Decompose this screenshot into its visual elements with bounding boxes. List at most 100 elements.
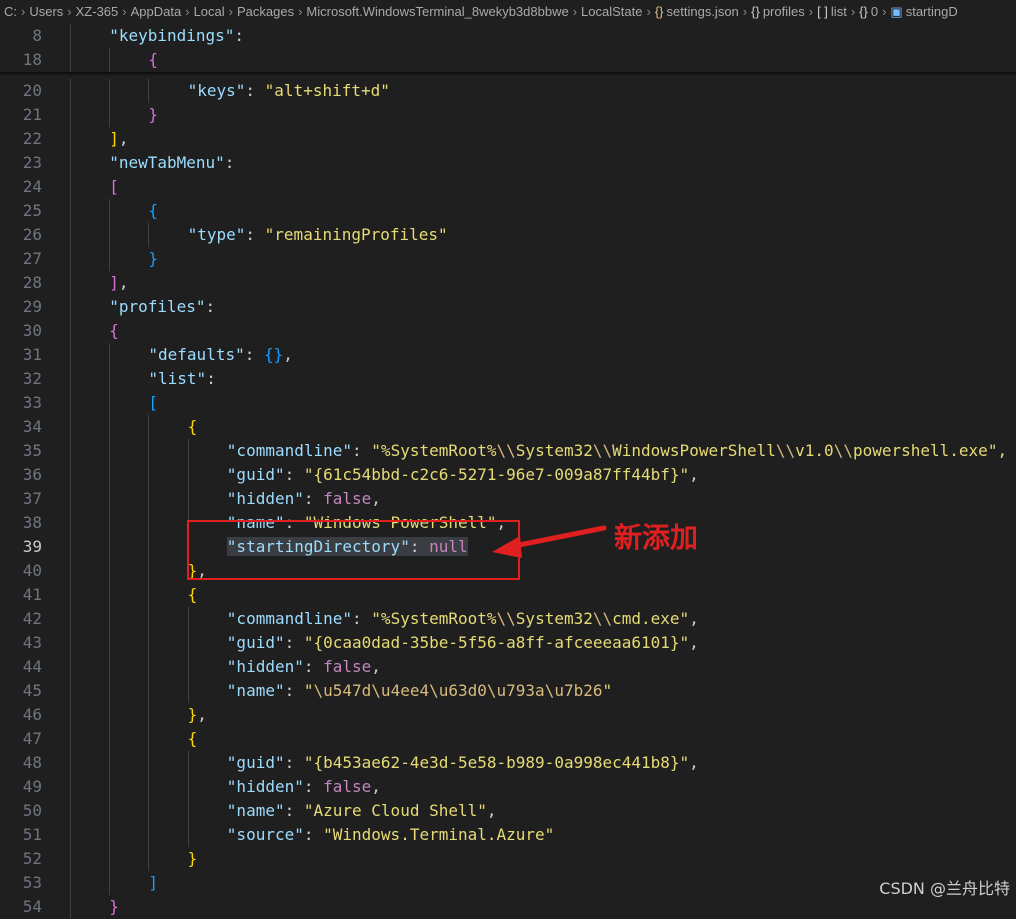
indent-guide (109, 823, 111, 847)
breadcrumb-item[interactable]: Packages (237, 4, 294, 19)
code-editor[interactable]: 20 "keys": "alt+shift+d" 21} 22], 23 "newTabM… (0, 79, 1016, 919)
annotation-label: 新添加 (614, 521, 699, 554)
code-text: "guid": "{61c54bbd-c2c6-5271-96e7-009a87… (227, 463, 699, 487)
code-token: "name" (226, 681, 285, 700)
code-line[interactable]: 41 { (0, 583, 1016, 607)
code-token: false (323, 657, 372, 676)
code-token: \\ (592, 441, 613, 460)
code-token: "commandline" (226, 441, 353, 460)
breadcrumb-item[interactable]: [ ] list (817, 4, 847, 19)
breadcrumb-item[interactable]: LocalState (581, 4, 642, 19)
code-line[interactable]: 52} (0, 847, 1016, 871)
code-line[interactable]: 34 { (0, 415, 1016, 439)
code-text: } (109, 895, 119, 919)
indent-guide (109, 511, 111, 535)
code-token: , (118, 273, 129, 292)
breadcrumb-separator-icon: › (572, 4, 578, 19)
object-icon: {} (859, 4, 868, 19)
code-line[interactable]: 28], (0, 271, 1016, 295)
code-line[interactable]: 25 { (0, 199, 1016, 223)
code-text: "newTabMenu": (109, 151, 234, 175)
code-line[interactable]: 47 { (0, 727, 1016, 751)
code-token: , (118, 129, 129, 148)
line-number: 41 (22, 585, 42, 604)
breadcrumb-label: LocalState (581, 4, 643, 19)
breadcrumb-label: Microsoft.WindowsTerminal_8wekyb3d8bbwe (306, 4, 569, 19)
code-line[interactable]: 50 "name": "Azure Cloud Shell", (0, 799, 1016, 823)
line-number: 53 (22, 873, 42, 892)
indent-guide (109, 343, 111, 367)
code-token: "list" (148, 369, 207, 388)
code-line[interactable]: 53] (0, 871, 1016, 895)
breadcrumb-item[interactable]: AppData (131, 4, 182, 19)
line-number: 28 (22, 273, 42, 292)
code-line[interactable]: 48 "guid": "{b453ae62-4e3d-5e58-b989-0a99… (0, 751, 1016, 775)
code-line[interactable]: 35 "commandline": "%SystemRoot%\\System32… (0, 439, 1016, 463)
indent-guide (70, 463, 71, 487)
breadcrumb-item[interactable]: XZ-365 (76, 4, 119, 19)
code-line[interactable]: 36 "guid": "{61c54bbd-c2c6-5271-96e7-009a… (0, 463, 1016, 487)
breadcrumb-item[interactable]: {} settings.json (655, 4, 739, 19)
code-line[interactable]: 8 "keybindings": (0, 24, 1016, 48)
indent-guide (70, 439, 71, 463)
code-text: "profiles": (109, 295, 215, 319)
code-line[interactable]: 42 "commandline": "%SystemRoot%\\System32… (0, 607, 1016, 631)
code-text: { (148, 199, 158, 223)
code-line[interactable]: 20 "keys": "alt+shift+d" (0, 79, 1016, 103)
breadcrumb-item[interactable]: Users (29, 4, 63, 19)
breadcrumb-item[interactable]: Local (194, 4, 225, 19)
code-token: "%SystemRoot% (371, 609, 497, 628)
code-token: "keys" (187, 81, 246, 100)
code-text: "name": "\u547d\u4ee4\u63d0\u793a\u7b26" (227, 679, 612, 703)
code-token: "{61c54bbd-c2c6-5271-96e7-009a87ff44bf}" (303, 465, 690, 484)
code-line[interactable]: 49 "hidden": false, (0, 775, 1016, 799)
indent-guide (187, 823, 189, 847)
indent-guide (70, 271, 71, 295)
indent-guide (70, 223, 71, 247)
json-file-icon: {} (654, 4, 664, 19)
indent-guide (109, 703, 111, 727)
breadcrumb-separator-icon: › (228, 4, 233, 19)
code-line[interactable]: 37 "hidden": false, (0, 487, 1016, 511)
code-line[interactable]: 22], (0, 127, 1016, 151)
code-line[interactable]: 29 "profiles": (0, 295, 1016, 319)
code-line[interactable]: 18 { (0, 48, 1016, 72)
code-line[interactable]: 31 "defaults": {}, (0, 343, 1016, 367)
code-token: "guid" (226, 465, 285, 484)
code-token: "hidden" (226, 657, 304, 676)
code-line[interactable]: 21} (0, 103, 1016, 127)
code-token: "keybindings" (109, 26, 235, 45)
code-line[interactable]: 30 { (0, 319, 1016, 343)
sticky-scroll-header[interactable]: 8 "keybindings": 18 { (0, 24, 1016, 72)
breadcrumb-item[interactable]: C: (4, 4, 17, 19)
line-number: 40 (22, 561, 42, 580)
code-line[interactable]: 26 "type": "remainingProfiles" (0, 223, 1016, 247)
code-line[interactable]: 54} (0, 895, 1016, 919)
code-token: , (486, 801, 497, 820)
code-line[interactable]: 32 "list": (0, 367, 1016, 391)
code-token: "alt+shift+d" (264, 81, 390, 100)
breadcrumb-item[interactable]: {} 0 (859, 4, 878, 19)
code-line[interactable]: 24 [ (0, 175, 1016, 199)
indent-guide (70, 319, 71, 343)
code-line[interactable]: 45 "name": "\u547d\u4ee4\u63d0\u793a\u7b2… (0, 679, 1016, 703)
code-token: : (284, 681, 304, 700)
indent-guide (109, 847, 111, 871)
breadcrumb-item[interactable]: {} profiles (751, 4, 805, 19)
code-text: { (109, 319, 119, 343)
code-token: { (148, 50, 159, 69)
indent-guide (109, 391, 111, 415)
breadcrumb-separator-icon: › (646, 4, 651, 19)
indent-guide (187, 799, 189, 823)
code-token: "commandline" (226, 609, 353, 628)
code-line[interactable]: 44 "hidden": false, (0, 655, 1016, 679)
code-line[interactable]: 23 "newTabMenu": (0, 151, 1016, 175)
code-line[interactable]: 51 "source": "Windows.Terminal.Azure" (0, 823, 1016, 847)
breadcrumb-item[interactable]: ▣ startingD (890, 4, 957, 19)
code-line[interactable]: 43 "guid": "{0caa0dad-35be-5f56-a8ff-afce… (0, 631, 1016, 655)
code-line[interactable]: 46}, (0, 703, 1016, 727)
code-line[interactable]: 27} (0, 247, 1016, 271)
breadcrumb-item[interactable]: Microsoft.WindowsTerminal_8wekyb3d8bbwe (306, 4, 568, 19)
code-line[interactable]: 33 [ (0, 391, 1016, 415)
indent-guide (148, 223, 150, 247)
